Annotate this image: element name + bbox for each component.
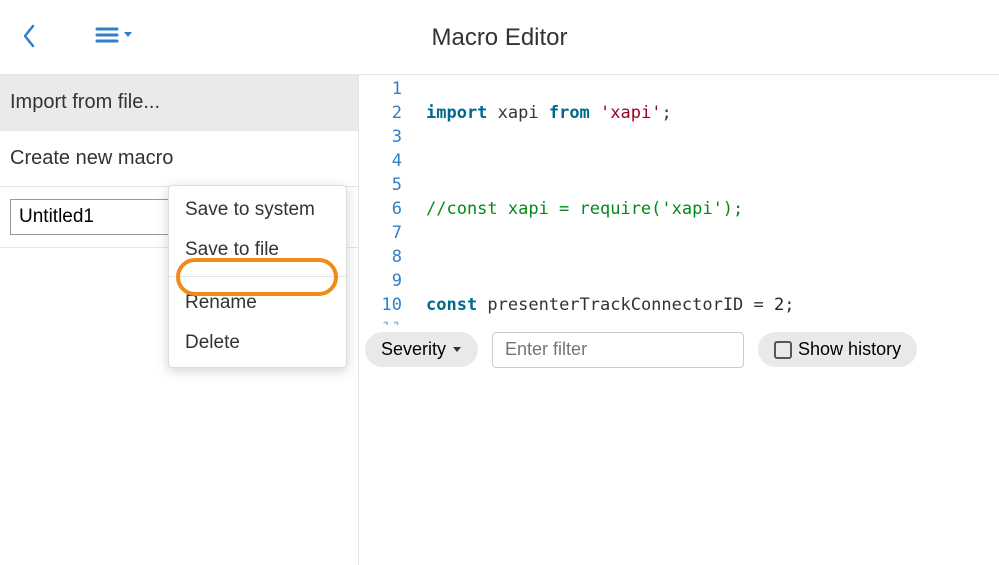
checkbox-icon (774, 341, 792, 359)
create-new-macro[interactable]: Create new macro (0, 131, 358, 187)
filter-bar: Severity Show history (359, 325, 999, 373)
save-to-system[interactable]: Save to system (169, 190, 346, 230)
code-editor[interactable]: 1 2 3 4 5 6 7 8 9 10 11 import xapi from… (359, 75, 999, 325)
header: Macro Editor (0, 0, 999, 75)
rename[interactable]: Rename (169, 283, 346, 323)
filter-input[interactable] (492, 332, 744, 368)
line-gutter: 1 2 3 4 5 6 7 8 9 10 11 (359, 75, 414, 325)
back-button[interactable] (20, 22, 38, 55)
code-content[interactable]: import xapi from 'xapi'; //const xapi = … (414, 75, 999, 325)
chevron-down-icon (123, 31, 133, 39)
page-title: Macro Editor (431, 24, 567, 52)
import-from-file[interactable]: Import from file... (0, 75, 358, 131)
severity-dropdown[interactable]: Severity (365, 332, 478, 367)
menu-dropdown-button[interactable] (95, 26, 133, 44)
divider (169, 276, 346, 277)
delete[interactable]: Delete (169, 323, 346, 363)
save-to-file[interactable]: Save to file (169, 230, 346, 270)
chevron-down-icon (452, 346, 462, 354)
show-history-toggle[interactable]: Show history (758, 332, 917, 367)
list-icon (95, 26, 121, 44)
context-menu: Save to system Save to file Rename Delet… (168, 185, 347, 368)
